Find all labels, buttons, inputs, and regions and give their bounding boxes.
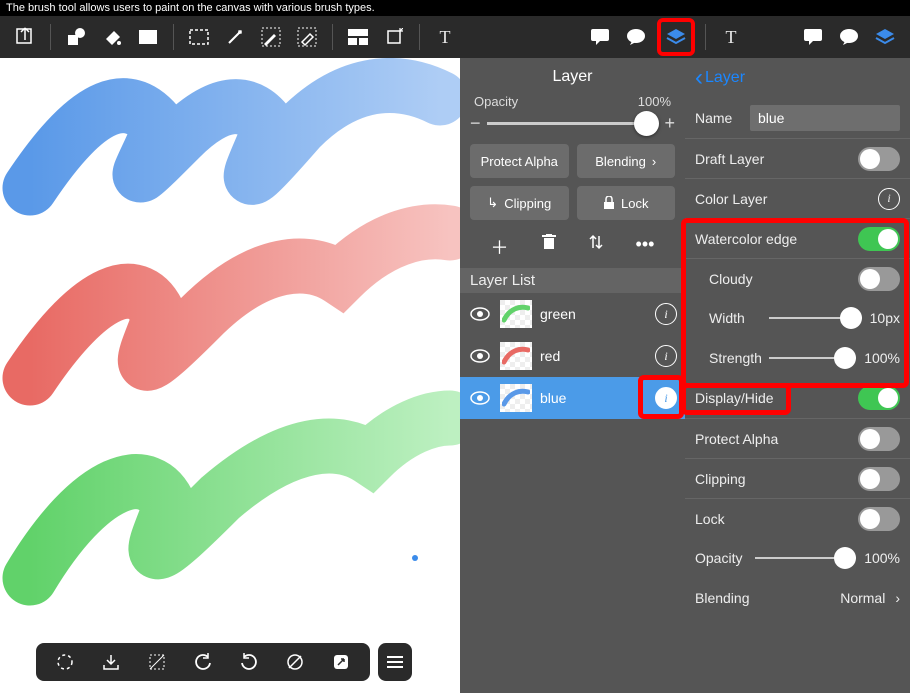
text-tool-2-icon[interactable]: T: [716, 22, 746, 52]
layer-info-icon[interactable]: i: [655, 345, 677, 367]
layer-name: red: [540, 348, 560, 364]
toolbar-divider: [50, 24, 51, 50]
layers-icon[interactable]: [657, 18, 695, 56]
back-button[interactable]: ‹ Layer: [685, 58, 910, 98]
wand-tool-icon[interactable]: [220, 22, 250, 52]
chat-2-icon[interactable]: [834, 22, 864, 52]
visibility-icon[interactable]: [470, 349, 492, 363]
export-icon[interactable]: [10, 22, 40, 52]
comment-2-icon[interactable]: [798, 22, 828, 52]
shape-tool-icon[interactable]: [61, 22, 91, 52]
bottom-toolbar: [36, 643, 370, 681]
eraser-select-icon[interactable]: [292, 22, 322, 52]
plus-icon[interactable]: +: [664, 113, 675, 134]
lock-row[interactable]: Lock: [685, 498, 910, 538]
undo-icon[interactable]: [188, 647, 218, 677]
display-hide-row[interactable]: Display/Hide: [685, 378, 910, 418]
opacity-slider[interactable]: − +: [460, 109, 685, 144]
watercolor-edge-row[interactable]: Watercolor edge: [685, 218, 910, 258]
toolbar-divider: [332, 24, 333, 50]
chat-icon[interactable]: [621, 22, 651, 52]
protect-alpha-button[interactable]: Protect Alpha: [470, 144, 569, 178]
layer-thumb: [500, 300, 532, 328]
layer-row-blue[interactable]: blue i: [460, 377, 685, 419]
toolbar-divider: [705, 24, 706, 50]
lock-icon: [603, 196, 615, 210]
cloudy-row[interactable]: Cloudy: [685, 258, 910, 298]
tooltip-bar: The brush tool allows users to paint on …: [0, 0, 910, 16]
layer-row-red[interactable]: red i: [460, 335, 685, 377]
lasso-icon[interactable]: [50, 647, 80, 677]
clipping-toggle[interactable]: [858, 467, 900, 491]
lock-toggle[interactable]: [858, 507, 900, 531]
layer-name: green: [540, 306, 576, 322]
layer-row-green[interactable]: green i: [460, 293, 685, 335]
marquee-tool-icon[interactable]: [184, 22, 214, 52]
opacity-detail-row[interactable]: Opacity 100%: [685, 538, 910, 578]
layers-2-icon[interactable]: [870, 22, 900, 52]
blending-row[interactable]: Blending Normal›: [685, 578, 910, 618]
opacity-label: Opacity: [474, 94, 518, 109]
width-row[interactable]: Width 10px: [685, 298, 910, 338]
text-tool-icon[interactable]: T: [430, 22, 460, 52]
clip-arrow-icon: ↳: [487, 195, 498, 211]
chevron-right-icon: ›: [895, 590, 900, 606]
fullscreen-icon[interactable]: [326, 647, 356, 677]
import-icon[interactable]: [96, 647, 126, 677]
draft-toggle[interactable]: [858, 147, 900, 171]
crop-icon[interactable]: [142, 647, 172, 677]
opacity-value: 100%: [638, 94, 671, 109]
rect-tool-icon[interactable]: [133, 22, 163, 52]
visibility-icon[interactable]: [470, 391, 492, 405]
reorder-icon[interactable]: [589, 234, 603, 260]
blending-button[interactable]: Blending›: [577, 144, 676, 178]
layer-name-input[interactable]: [750, 105, 900, 131]
menu-icon[interactable]: [378, 643, 412, 681]
chevron-left-icon: ‹: [695, 71, 703, 85]
chevron-right-icon: ›: [652, 154, 656, 169]
layer-panel-title: Layer: [460, 58, 685, 94]
pen-select-icon[interactable]: [256, 22, 286, 52]
comment-icon[interactable]: [585, 22, 615, 52]
info-icon[interactable]: i: [878, 188, 900, 210]
protect-toggle[interactable]: [858, 427, 900, 451]
cloudy-toggle[interactable]: [858, 267, 900, 291]
layer-info-icon[interactable]: i: [655, 387, 677, 409]
layer-info-icon[interactable]: i: [655, 303, 677, 325]
fill-tool-icon[interactable]: [97, 22, 127, 52]
protect-alpha-row[interactable]: Protect Alpha: [685, 418, 910, 458]
canvas-area[interactable]: [0, 58, 460, 693]
strength-row[interactable]: Strength 100%: [685, 338, 910, 378]
top-toolbar: T T: [0, 16, 910, 58]
layer-details-panel: ‹ Layer Name Draft Layer Color Layer i W…: [685, 58, 910, 693]
minus-icon[interactable]: −: [470, 113, 481, 134]
redo-icon[interactable]: [234, 647, 264, 677]
layer-list-header: Layer List: [460, 268, 685, 293]
display-toggle[interactable]: [858, 386, 900, 410]
layer-panel: Layer Opacity 100% − + Protect Alpha Ble…: [460, 58, 685, 693]
layer-thumb: [500, 342, 532, 370]
add-layer-icon[interactable]: ＋: [491, 234, 509, 260]
layer-thumb: [500, 384, 532, 412]
delete-layer-icon[interactable]: [542, 234, 556, 260]
visibility-icon[interactable]: [470, 307, 492, 321]
color-layer-row[interactable]: Color Layer i: [685, 178, 910, 218]
more-icon[interactable]: •••: [636, 234, 655, 260]
no-preview-icon[interactable]: [280, 647, 310, 677]
transform-icon[interactable]: [379, 22, 409, 52]
panel-layout-icon[interactable]: [343, 22, 373, 52]
lock-button[interactable]: Lock: [577, 186, 676, 220]
toolbar-divider: [173, 24, 174, 50]
toolbar-divider: [419, 24, 420, 50]
clipping-row[interactable]: Clipping: [685, 458, 910, 498]
draft-layer-row[interactable]: Draft Layer: [685, 138, 910, 178]
name-label: Name: [695, 110, 732, 126]
clipping-button[interactable]: ↳Clipping: [470, 186, 569, 220]
wce-toggle[interactable]: [858, 227, 900, 251]
name-row: Name: [685, 98, 910, 138]
layer-name: blue: [540, 390, 566, 406]
